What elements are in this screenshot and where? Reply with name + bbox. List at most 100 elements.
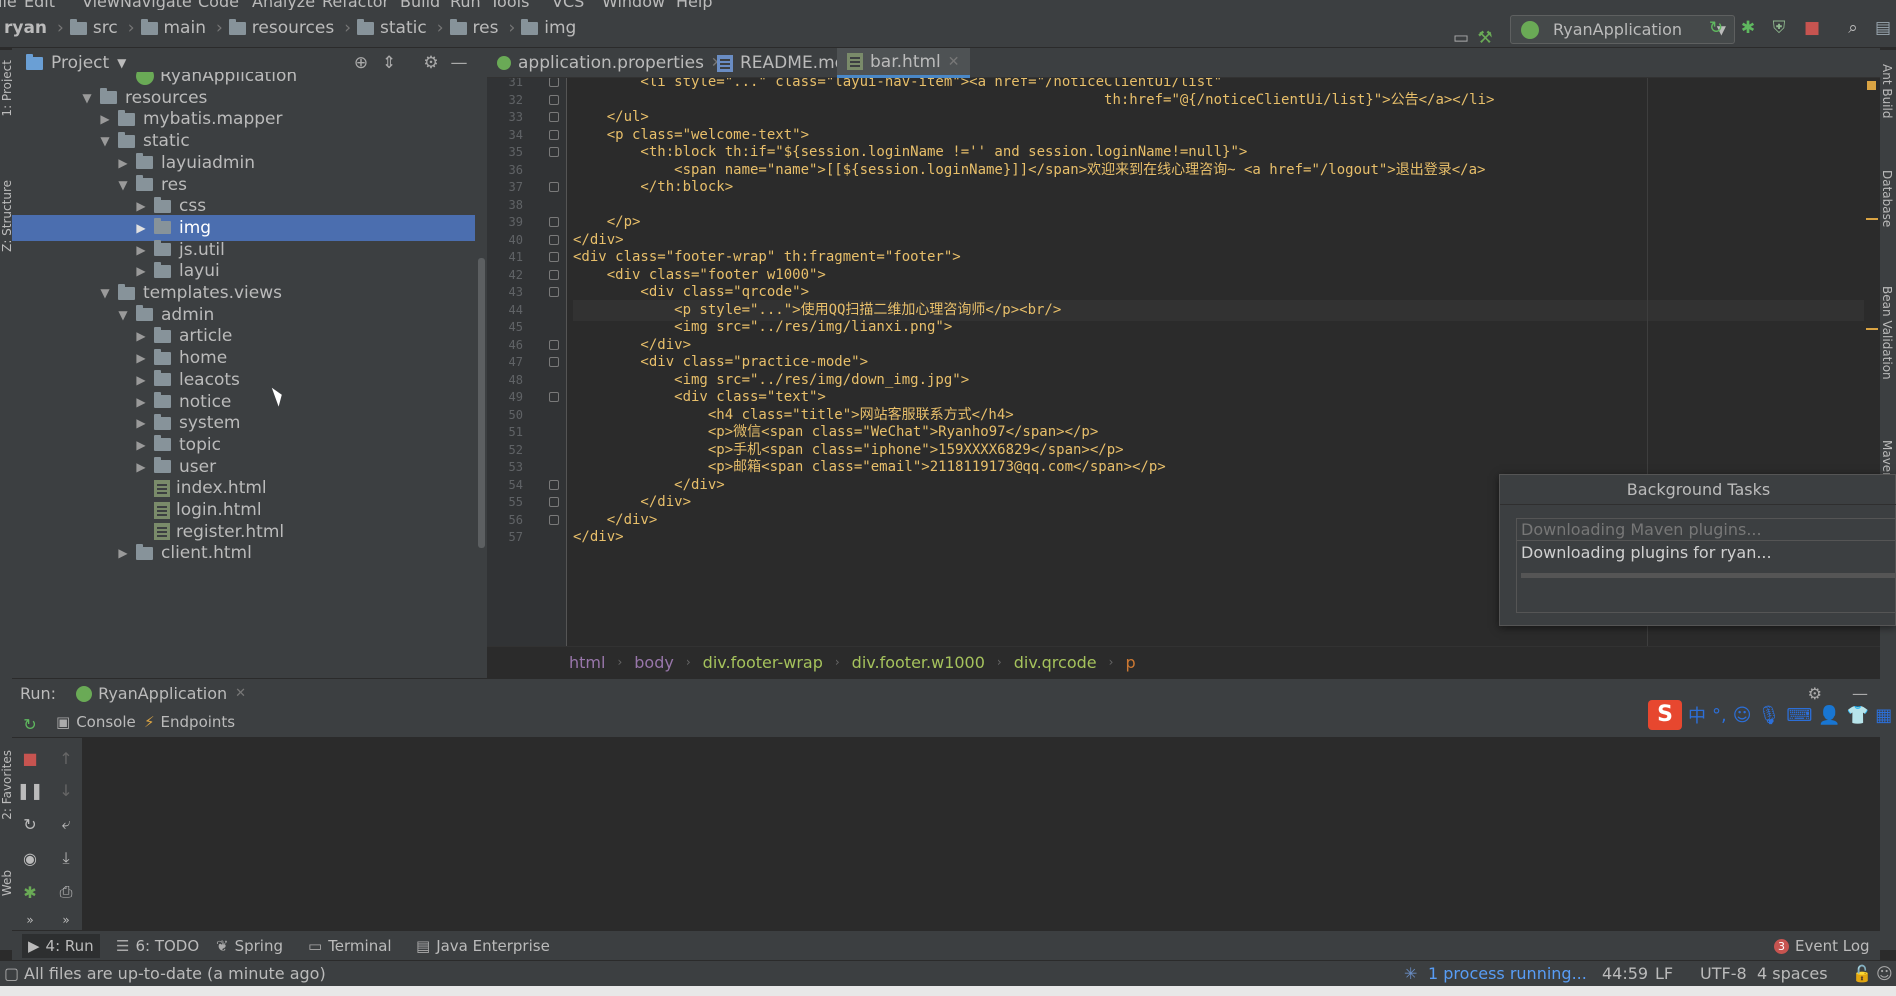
chevron-down-icon[interactable]: ▼ — [96, 134, 114, 148]
editor-breadcrumb-item[interactable]: html — [569, 653, 605, 672]
gear-icon[interactable]: ⚙ — [420, 52, 442, 74]
menu-item[interactable]: Refactor — [322, 0, 389, 10]
fold-marker-icon[interactable] — [549, 217, 559, 227]
inspector-icon[interactable]: ☺ — [1876, 964, 1893, 983]
menu-item[interactable]: Tools — [490, 0, 529, 10]
line-number[interactable]: 49 — [495, 390, 523, 404]
stop-icon[interactable]: ■ — [1801, 17, 1823, 39]
warning-marker[interactable] — [1867, 81, 1876, 90]
tree-node[interactable]: ▶ client.html — [12, 540, 475, 566]
line-separator[interactable]: LF — [1655, 964, 1673, 983]
camera-icon[interactable]: ◉ — [20, 848, 40, 868]
breadcrumb-item[interactable]: res — [473, 18, 499, 38]
line-number[interactable]: 55 — [495, 495, 523, 509]
chevron-right-icon[interactable]: ▶ — [132, 243, 150, 257]
close-icon[interactable]: ✕ — [948, 54, 960, 70]
chevron-right-icon[interactable]: ▶ — [96, 112, 114, 126]
fold-marker-icon[interactable] — [549, 147, 559, 157]
menu-item[interactable]: VCS — [552, 0, 584, 10]
line-number[interactable]: 36 — [495, 163, 523, 177]
fold-marker-icon[interactable] — [549, 357, 559, 367]
menu-item[interactable]: Navigate — [120, 0, 192, 10]
menu-item[interactable]: Code — [198, 0, 239, 10]
menu-item[interactable]: Run — [450, 0, 481, 10]
collapse-all-icon[interactable]: ⇕ — [378, 52, 400, 74]
toolbox-icon[interactable]: ▦ — [1875, 705, 1892, 726]
line-number[interactable]: 46 — [495, 338, 523, 352]
menu-item[interactable]: Edit — [24, 0, 55, 10]
database-tool-label[interactable]: Database — [1880, 170, 1894, 227]
code-line[interactable]: </th:block> — [573, 177, 733, 198]
scroll-to-end-icon[interactable]: ⤓ — [56, 848, 76, 868]
chevron-right-icon[interactable]: ▶ — [132, 329, 150, 343]
breadcrumb-item[interactable]: main — [164, 18, 206, 38]
caret-position[interactable]: 44:59 — [1602, 964, 1648, 983]
down-arrow-icon[interactable]: ↓ — [56, 780, 76, 800]
fold-marker-icon[interactable] — [549, 112, 559, 122]
menu-item[interactable]: Build — [400, 0, 440, 10]
line-number[interactable]: 45 — [495, 320, 523, 334]
line-number[interactable]: 53 — [495, 460, 523, 474]
skin-icon[interactable]: 👕 — [1847, 705, 1869, 726]
line-number[interactable]: 50 — [495, 408, 523, 422]
line-number[interactable]: 47 — [495, 355, 523, 369]
fold-marker-icon[interactable] — [549, 182, 559, 192]
ant-build-tool-label[interactable]: Ant Build — [1880, 64, 1894, 118]
chevron-right-icon[interactable]: ▶ — [132, 221, 150, 235]
line-number[interactable]: 39 — [495, 215, 523, 229]
status-toggle-icon[interactable]: ▢ — [4, 964, 19, 983]
event-log-tab[interactable]: 3 Event Log — [1774, 937, 1870, 955]
indent-setting[interactable]: 4 spaces — [1757, 964, 1828, 983]
tab-bar-html[interactable]: bar.html ✕ — [837, 48, 970, 78]
chevron-right-icon[interactable]: ▶ — [132, 416, 150, 430]
run-configuration-select[interactable]: RyanApplication ▼ — [1510, 15, 1735, 44]
fold-marker-icon[interactable] — [549, 129, 559, 140]
chevron-right-icon[interactable]: ▶ — [132, 438, 150, 452]
process-running-link[interactable]: 1 process running... — [1428, 964, 1587, 983]
fold-marker-icon[interactable] — [549, 339, 559, 350]
menu-item[interactable]: File — [0, 0, 17, 10]
line-number[interactable]: 38 — [495, 198, 523, 212]
fold-marker-icon[interactable] — [549, 514, 559, 525]
chevron-right-icon[interactable]: ▶ — [132, 264, 150, 278]
line-number[interactable]: 35 — [495, 145, 523, 159]
line-number[interactable]: 56 — [495, 513, 523, 527]
editor-breadcrumb-item[interactable]: div.qrcode — [1014, 653, 1097, 672]
ime-chinese-mode[interactable]: 中 — [1688, 702, 1706, 728]
terminal-tool-tab[interactable]: ▭ Terminal — [308, 937, 392, 955]
project-view-selector[interactable]: Project ▼ — [26, 53, 126, 73]
run-app-tab[interactable]: RyanApplication — [98, 684, 227, 703]
close-icon[interactable]: ✕ — [235, 686, 246, 701]
fold-marker-icon[interactable] — [549, 252, 559, 262]
chevron-down-icon[interactable]: ▼ — [96, 286, 114, 300]
line-number[interactable]: 51 — [495, 425, 523, 439]
console-output[interactable] — [82, 738, 1880, 930]
line-number[interactable]: 54 — [495, 478, 523, 492]
more-icon[interactable]: » — [20, 910, 40, 930]
breadcrumb-item[interactable]: static — [380, 18, 427, 38]
line-number[interactable]: 31 — [495, 78, 523, 89]
emoji-icon[interactable]: ☺ — [1733, 705, 1752, 726]
keyboard-icon[interactable]: ⌨ — [1786, 705, 1812, 726]
chevron-right-icon[interactable]: ▶ — [132, 395, 150, 409]
chevron-down-icon[interactable]: ▼ — [114, 308, 132, 322]
microphone-icon[interactable]: 🎙 — [1758, 705, 1781, 726]
chevron-down-icon[interactable]: ▼ — [114, 178, 132, 192]
debug-bug-icon[interactable]: ✱ — [20, 882, 40, 902]
chevron-right-icon[interactable]: ▶ — [132, 373, 150, 387]
code-line[interactable]: th:href="@{/noticeClientUi/list}">公告</a>… — [573, 90, 1494, 111]
bean-validation-tool-label[interactable]: Bean Validation — [1880, 286, 1894, 380]
tab-application-properties[interactable]: application.properties ✕ — [487, 48, 733, 78]
more-icon[interactable]: » — [56, 910, 76, 930]
line-number[interactable]: 33 — [495, 110, 523, 124]
chevron-down-icon[interactable]: ▼ — [78, 91, 96, 105]
up-arrow-icon[interactable]: ↑ — [56, 748, 76, 768]
chevron-right-icon[interactable]: ▶ — [114, 156, 132, 170]
fold-marker-icon[interactable] — [549, 78, 559, 87]
breadcrumb-item[interactable]: src — [93, 18, 118, 38]
console-tab[interactable]: ▣ Console — [56, 713, 136, 731]
line-number[interactable]: 52 — [495, 443, 523, 457]
chevron-right-icon[interactable]: ▶ — [132, 199, 150, 213]
line-number[interactable]: 34 — [495, 128, 523, 142]
fold-marker-icon[interactable] — [549, 392, 559, 402]
